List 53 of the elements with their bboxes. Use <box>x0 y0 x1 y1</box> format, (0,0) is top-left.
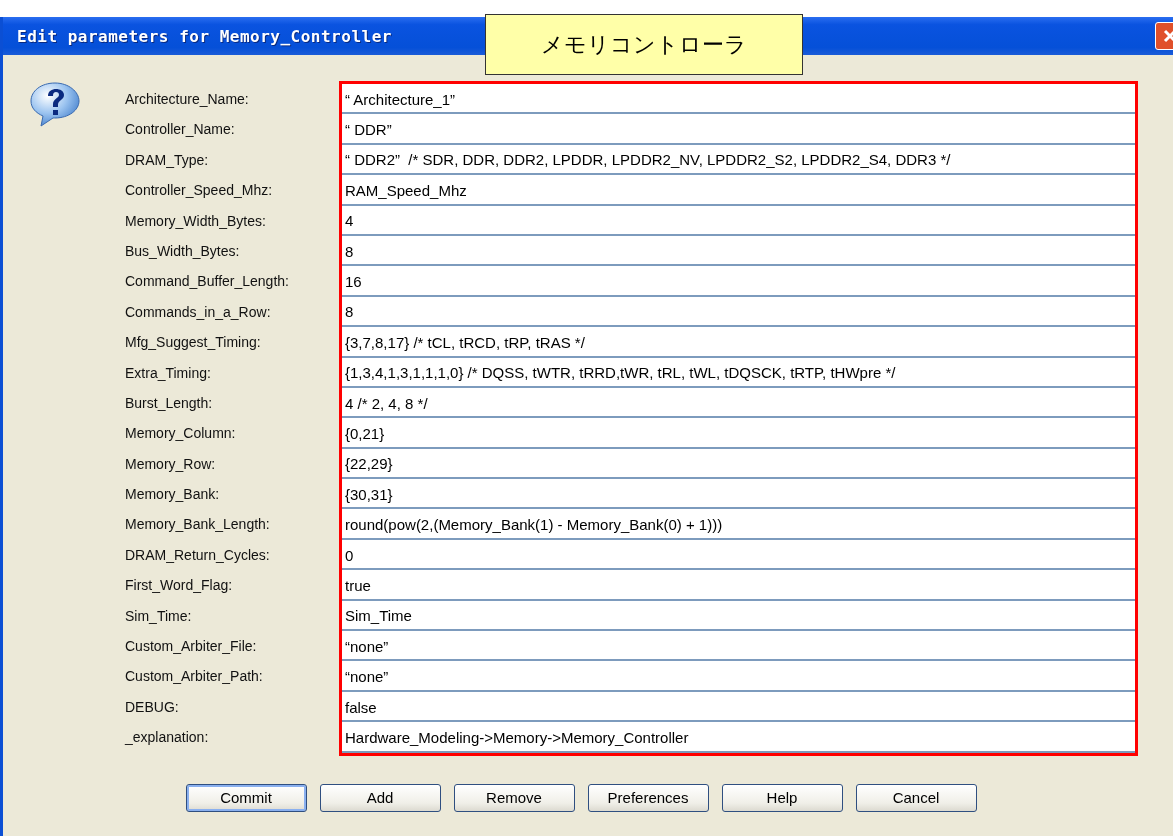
parameter-field[interactable]: Sim_Time <box>342 600 1135 630</box>
parameter-label: Commands_in_a_Row: <box>125 302 272 322</box>
parameter-field[interactable]: RAM_Speed_Mhz <box>342 175 1135 204</box>
parameter-label: Architecture_Name: <box>125 90 250 109</box>
parameter-field[interactable]: “none” <box>342 661 1135 690</box>
parameter-label: Command_Buffer_Length: <box>125 272 290 292</box>
parameter-label: Mfg_Suggest_Timing: <box>125 333 262 353</box>
parameter-label: Memory_Width_Bytes: <box>125 211 267 231</box>
parameter-label: DEBUG: <box>125 697 180 717</box>
parameter-field[interactable]: 4 /* 2, 4, 8 */ <box>342 387 1135 417</box>
parameter-label: Bus_Width_Bytes: <box>125 241 241 261</box>
parameter-field[interactable]: false <box>342 691 1135 721</box>
parameter-label: Burst_Length: <box>125 393 214 413</box>
parameter-field[interactable]: {22,29} <box>342 448 1135 478</box>
parameter-label: Memory_Column: <box>125 424 237 444</box>
parameter-label: DRAM_Type: <box>125 150 210 170</box>
window-title: Edit parameters for Memory_Controller <box>17 26 392 46</box>
dialog-button[interactable]: Help <box>721 783 843 812</box>
parameter-field[interactable]: 8 <box>342 296 1135 326</box>
parameter-label: Controller_Speed_Mhz: <box>125 181 274 201</box>
parameter-label: _explanation: <box>125 728 210 748</box>
parameter-label: First_Word_Flag: <box>125 576 234 596</box>
parameter-label: Extra_Timing: <box>125 363 212 383</box>
parameter-field[interactable]: {30,31} <box>342 479 1135 508</box>
parameter-field[interactable]: 4 <box>342 205 1135 234</box>
parameter-label: Memory_Row: <box>125 454 217 474</box>
parameter-field[interactable]: Hardware_Modeling->Memory->Memory_Controller <box>342 722 1135 751</box>
dialog-button[interactable]: Commit <box>185 783 307 812</box>
parameter-field[interactable]: {0,21} <box>342 418 1135 447</box>
dialog-button[interactable]: Remove <box>453 783 575 812</box>
callout-note: メモリコントローラ <box>485 14 803 75</box>
parameter-field[interactable]: “ DDR2” /* SDR, DDR, DDR2, LPDDR, LPDDR2_NV, LPDDR2_S2, LPDDR2_S4, DDR3 */ <box>342 144 1135 174</box>
dialog-button[interactable]: Preferences <box>587 783 709 812</box>
parameter-field[interactable]: 0 <box>342 539 1135 569</box>
parameter-label: Memory_Bank_Length: <box>125 515 271 535</box>
parameter-field[interactable]: 16 <box>342 266 1135 295</box>
parameter-label: Custom_Arbiter_File: <box>125 637 258 657</box>
dialog-button[interactable]: Cancel <box>855 783 977 812</box>
parameter-label: DRAM_Return_Cycles: <box>125 545 271 565</box>
parameter-label: Custom_Arbiter_Path: <box>125 667 264 687</box>
parameter-field[interactable]: 8 <box>342 235 1135 265</box>
parameter-field[interactable]: {1,3,4,1,3,1,1,1,0} /* DQSS, tWTR, tRRD,tWR, tRL, tWL, tDQSCK, tRTP, tHWpre */ <box>342 357 1135 386</box>
parameter-field[interactable]: “ Architecture_1” <box>342 84 1135 113</box>
parameter-field[interactable]: “ DDR” <box>342 114 1135 143</box>
parameter-field[interactable]: “none” <box>342 631 1135 660</box>
parameter-label: Memory_Bank: <box>125 485 221 505</box>
dialog-button[interactable]: Add <box>319 783 441 812</box>
parameter-field[interactable]: round(pow(2,(Memory_Bank(1) - Memory_Bank(0) + 1))) <box>342 509 1135 538</box>
parameter-field[interactable]: true <box>342 570 1135 599</box>
parameter-label: Sim_Time: <box>125 606 193 626</box>
parameter-label: Controller_Name: <box>125 120 236 140</box>
question-icon <box>29 81 81 127</box>
parameter-field[interactable]: {3,7,8,17} /* tCL, tRCD, tRP, tRAS */ <box>342 327 1135 356</box>
